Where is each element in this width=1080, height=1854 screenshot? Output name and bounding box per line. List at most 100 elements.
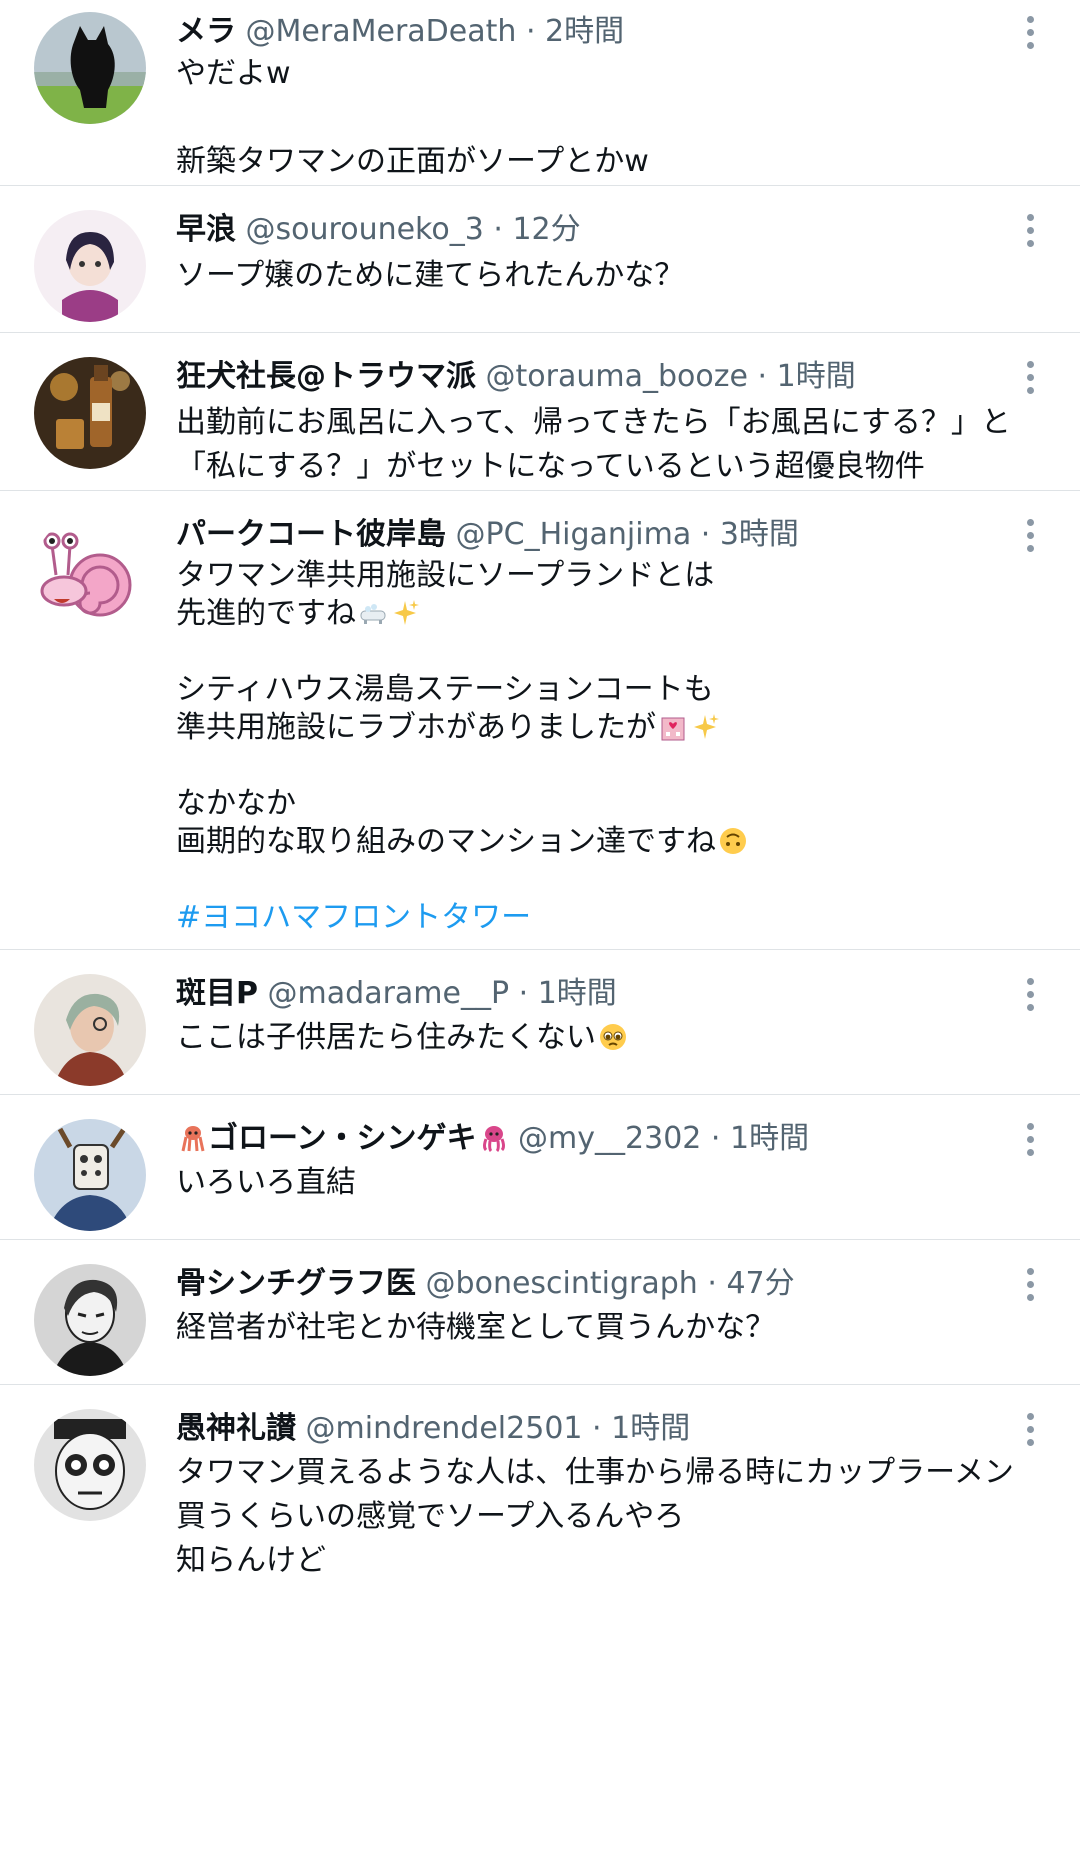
- whisky-bottle-avatar-icon: [34, 357, 146, 469]
- masked-figure-avatar-icon: [34, 1119, 146, 1231]
- tweet-line: ソープ嬢のために建てられたんかな？: [176, 258, 685, 293]
- tweet-line: [176, 633, 1060, 671]
- timestamp[interactable]: 3時間: [720, 517, 799, 552]
- timestamp[interactable]: 12分: [512, 212, 580, 247]
- tweet-line: 知らんけど: [176, 1543, 326, 1578]
- anime-girl-avatar-icon: [34, 210, 146, 322]
- display-name[interactable]: 愚神礼讃: [176, 1411, 296, 1446]
- upside-down-face-emoji-icon: [718, 826, 748, 856]
- avatar[interactable]: [34, 210, 146, 322]
- separator-dot: ·: [700, 517, 711, 552]
- tweet-text: タワマン準共用施設にソープランドとは 先進的ですね シティハウス湯島ステーション…: [176, 557, 1060, 937]
- tweet-text: タワマン買えるような人は、仕事から帰る時にカップラーメン 買うくらいの感覚でソー…: [176, 1451, 1060, 1583]
- tweet-line: 準共用施設にラブホがありましたが: [176, 709, 1060, 747]
- separator-dot: ·: [592, 1411, 602, 1446]
- more-options-icon[interactable]: [1020, 1119, 1040, 1159]
- separator-dot: ·: [757, 359, 768, 394]
- tweet-line: なかなか: [176, 786, 296, 821]
- tweet-line: 新築タワマンの正面がソープとかw: [176, 144, 649, 179]
- display-name[interactable]: パークコート彼岸島: [176, 517, 446, 552]
- display-name[interactable]: 骨シンチグラフ医: [176, 1266, 416, 1301]
- tweet-line: 買うくらいの感覚でソープ入るんやろ: [176, 1499, 685, 1534]
- avatar[interactable]: [34, 974, 146, 1086]
- more-options-icon[interactable]: [1020, 515, 1040, 555]
- display-name[interactable]: 斑目P: [176, 976, 258, 1011]
- sketched-man-avatar-icon: [34, 1264, 146, 1376]
- more-options-icon[interactable]: [1020, 1409, 1040, 1449]
- display-name[interactable]: 早浪: [176, 212, 236, 247]
- tweet[interactable]: 狂犬社長@トラウマ派 @torauma_booze · 1時間 出勤前にお風呂に…: [0, 333, 1080, 491]
- user-handle[interactable]: @MeraMeraDeath: [246, 14, 517, 49]
- avatar[interactable]: [34, 357, 146, 469]
- avatar[interactable]: [34, 1119, 146, 1231]
- more-options-icon[interactable]: [1020, 12, 1040, 52]
- tweet[interactable]: 早浪 @sourouneko_3 · 12分 ソープ嬢のために建てられたんかな？: [0, 186, 1080, 333]
- tweet[interactable]: 骨シンチグラフ医 @bonescintigraph · 47分 経営者が社宅とか…: [0, 1240, 1080, 1385]
- separator-dot: ·: [493, 212, 503, 247]
- sparkles-emoji-icon: [690, 712, 720, 742]
- timestamp[interactable]: 1時間: [777, 359, 856, 394]
- illustrated-man-avatar-icon: [34, 974, 146, 1086]
- pink-snail-avatar-icon: [34, 515, 146, 627]
- tweet-line: 出勤前にお風呂に入って、帰ってきたら「お風呂にする？」と: [176, 405, 1011, 440]
- pleading-face-emoji-icon: [598, 1022, 628, 1052]
- squid-emoji-icon: [178, 1123, 208, 1153]
- user-handle[interactable]: @madarame__P: [268, 976, 510, 1011]
- avatar[interactable]: [34, 515, 146, 627]
- tweet-line: [176, 96, 1060, 140]
- user-handle[interactable]: @torauma_booze: [486, 359, 748, 394]
- tweet[interactable]: ゴローン・シンゲキ @my__2302 · 1時間 いろいろ直結: [0, 1095, 1080, 1240]
- separator-dot: ·: [710, 1121, 721, 1156]
- separator-dot: ·: [707, 1266, 717, 1301]
- user-handle[interactable]: @mindrendel2501: [306, 1411, 583, 1446]
- avatar[interactable]: [34, 12, 146, 124]
- tweet[interactable]: パークコート彼岸島 @PC_Higanjima · 3時間 タワマン準共用施設に…: [0, 491, 1080, 950]
- timestamp[interactable]: 1時間: [538, 976, 617, 1011]
- user-handle[interactable]: @sourouneko_3: [246, 212, 484, 247]
- more-options-icon[interactable]: [1020, 974, 1040, 1014]
- timestamp[interactable]: 2時間: [545, 14, 624, 49]
- user-handle[interactable]: @bonescintigraph: [426, 1266, 698, 1301]
- tweet[interactable]: 愚神礼讃 @mindrendel2501 · 1時間 タワマン買えるような人は、…: [0, 1385, 1080, 1604]
- tweet-line: 先進的ですね: [176, 595, 1060, 633]
- tweet-line: 画期的な取り組みのマンション達ですね: [176, 823, 1060, 861]
- tweet[interactable]: メラ @MeraMeraDeath · 2時間 やだよw 新築タワマンの正面がソ…: [0, 0, 1080, 186]
- timestamp[interactable]: 1時間: [611, 1411, 690, 1446]
- separator-dot: ·: [525, 14, 536, 49]
- tweet-line: ここは子供居たら住みたくない: [176, 1016, 1060, 1060]
- display-name[interactable]: ゴローン・シンゲキ: [208, 1121, 477, 1156]
- tweet-line: [176, 861, 1060, 899]
- avatar[interactable]: [34, 1264, 146, 1376]
- tweet-text: 出勤前にお風呂に入って、帰ってきたら「お風呂にする？」と 「私にする？」がセット…: [176, 401, 1060, 489]
- user-handle[interactable]: @PC_Higanjima: [456, 517, 692, 552]
- tweet-text: 経営者が社宅とか待機室として買うんかな？: [176, 1306, 1060, 1350]
- tweet-text: ここは子供居たら住みたくない: [176, 1016, 1060, 1060]
- tweet-line: タワマン準共用施設にソープランドとは: [176, 558, 715, 593]
- tweet[interactable]: 斑目P @madarame__P · 1時間 ここは子供居たら住みたくない: [0, 950, 1080, 1095]
- tweet-line: タワマン買えるような人は、仕事から帰る時にカップラーメン: [176, 1455, 1014, 1490]
- more-options-icon[interactable]: [1020, 210, 1040, 250]
- tweet-line: やだよw: [176, 56, 291, 91]
- timestamp[interactable]: 1時間: [730, 1121, 809, 1156]
- timestamp[interactable]: 47分: [726, 1266, 794, 1301]
- sparkles-emoji-icon: [390, 598, 420, 628]
- separator-dot: ·: [518, 976, 529, 1011]
- display-name[interactable]: 狂犬社長@トラウマ派: [176, 359, 476, 394]
- tweet-text: ソープ嬢のために建てられたんかな？: [176, 254, 1060, 298]
- more-options-icon[interactable]: [1020, 1264, 1040, 1304]
- goggles-face-avatar-icon: [34, 1409, 146, 1521]
- tweet-line: [176, 747, 1060, 785]
- avatar[interactable]: [34, 1409, 146, 1521]
- tweet-line: いろいろ直結: [176, 1165, 356, 1200]
- user-handle[interactable]: @my__2302: [518, 1121, 701, 1156]
- black-cat-avatar-icon: [34, 12, 146, 124]
- display-name[interactable]: メラ: [176, 14, 236, 49]
- tweet-line: 「私にする？」がセットになっているという超優良物件: [176, 449, 925, 484]
- tweet-line: 経営者が社宅とか待機室として買うんかな？: [176, 1310, 776, 1345]
- love-hotel-emoji-icon: [658, 712, 688, 742]
- tweet-text: いろいろ直結: [176, 1161, 1060, 1205]
- reply-feed: メラ @MeraMeraDeath · 2時間 やだよw 新築タワマンの正面がソ…: [0, 0, 1080, 1604]
- hashtag-link[interactable]: #ヨコハマフロントタワー: [176, 899, 1060, 937]
- more-options-icon[interactable]: [1020, 357, 1040, 397]
- bathtub-emoji-icon: [358, 598, 388, 628]
